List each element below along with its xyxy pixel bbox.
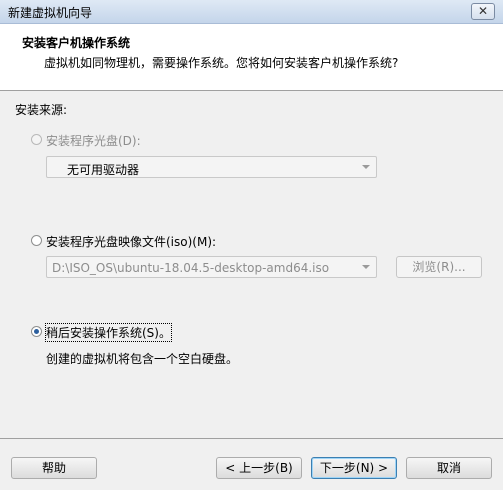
chevron-down-icon: [362, 165, 370, 169]
disc-radio-label: 安装程序光盘(D):: [46, 134, 141, 148]
window-title: 新建虚拟机向导: [8, 6, 93, 20]
disc-drive-select[interactable]: 无可用驱动器: [46, 156, 377, 178]
back-button[interactable]: < 上一步(B): [216, 457, 302, 479]
install-later-description: 创建的虚拟机将包含一个空白硬盘。: [46, 352, 239, 366]
iso-path-value: D:\ISO_OS\ubuntu-18.04.5-desktop-amd64.i…: [52, 261, 330, 275]
chevron-down-icon: [362, 265, 370, 269]
install-later-radio[interactable]: [31, 326, 42, 337]
wizard-header: 安装客户机操作系统 虚拟机如同物理机，需要操作系统。您将如何安装客户机操作系统?: [0, 24, 503, 91]
disc-radio[interactable]: [31, 134, 42, 145]
disc-drive-value: 无可用驱动器: [67, 163, 140, 177]
install-source-label: 安装来源:: [15, 103, 68, 117]
iso-radio[interactable]: [31, 235, 42, 246]
wizard-body: 安装来源: 安装程序光盘(D): 无可用驱动器 安装程序光盘映像文件(iso)(…: [0, 91, 503, 438]
iso-radio-label: 安装程序光盘映像文件(iso)(M):: [46, 235, 217, 249]
install-later-label: 稍后安装操作系统(S)。: [45, 323, 172, 342]
help-button[interactable]: 帮助: [11, 457, 97, 479]
page-title: 安装客户机操作系统: [22, 36, 131, 50]
next-button[interactable]: 下一步(N) >: [311, 457, 397, 479]
cancel-button[interactable]: 取消: [406, 457, 492, 479]
page-description: 虚拟机如同物理机，需要操作系统。您将如何安装客户机操作系统?: [44, 56, 399, 70]
close-icon: ✕: [477, 4, 489, 18]
close-button[interactable]: ✕: [471, 3, 495, 20]
title-bar: 新建虚拟机向导 ✕: [0, 0, 503, 24]
iso-path-select[interactable]: D:\ISO_OS\ubuntu-18.04.5-desktop-amd64.i…: [46, 256, 377, 278]
browse-button[interactable]: 浏览(R)...: [396, 256, 482, 278]
wizard-footer: 帮助 < 上一步(B) 下一步(N) > 取消: [0, 438, 503, 490]
